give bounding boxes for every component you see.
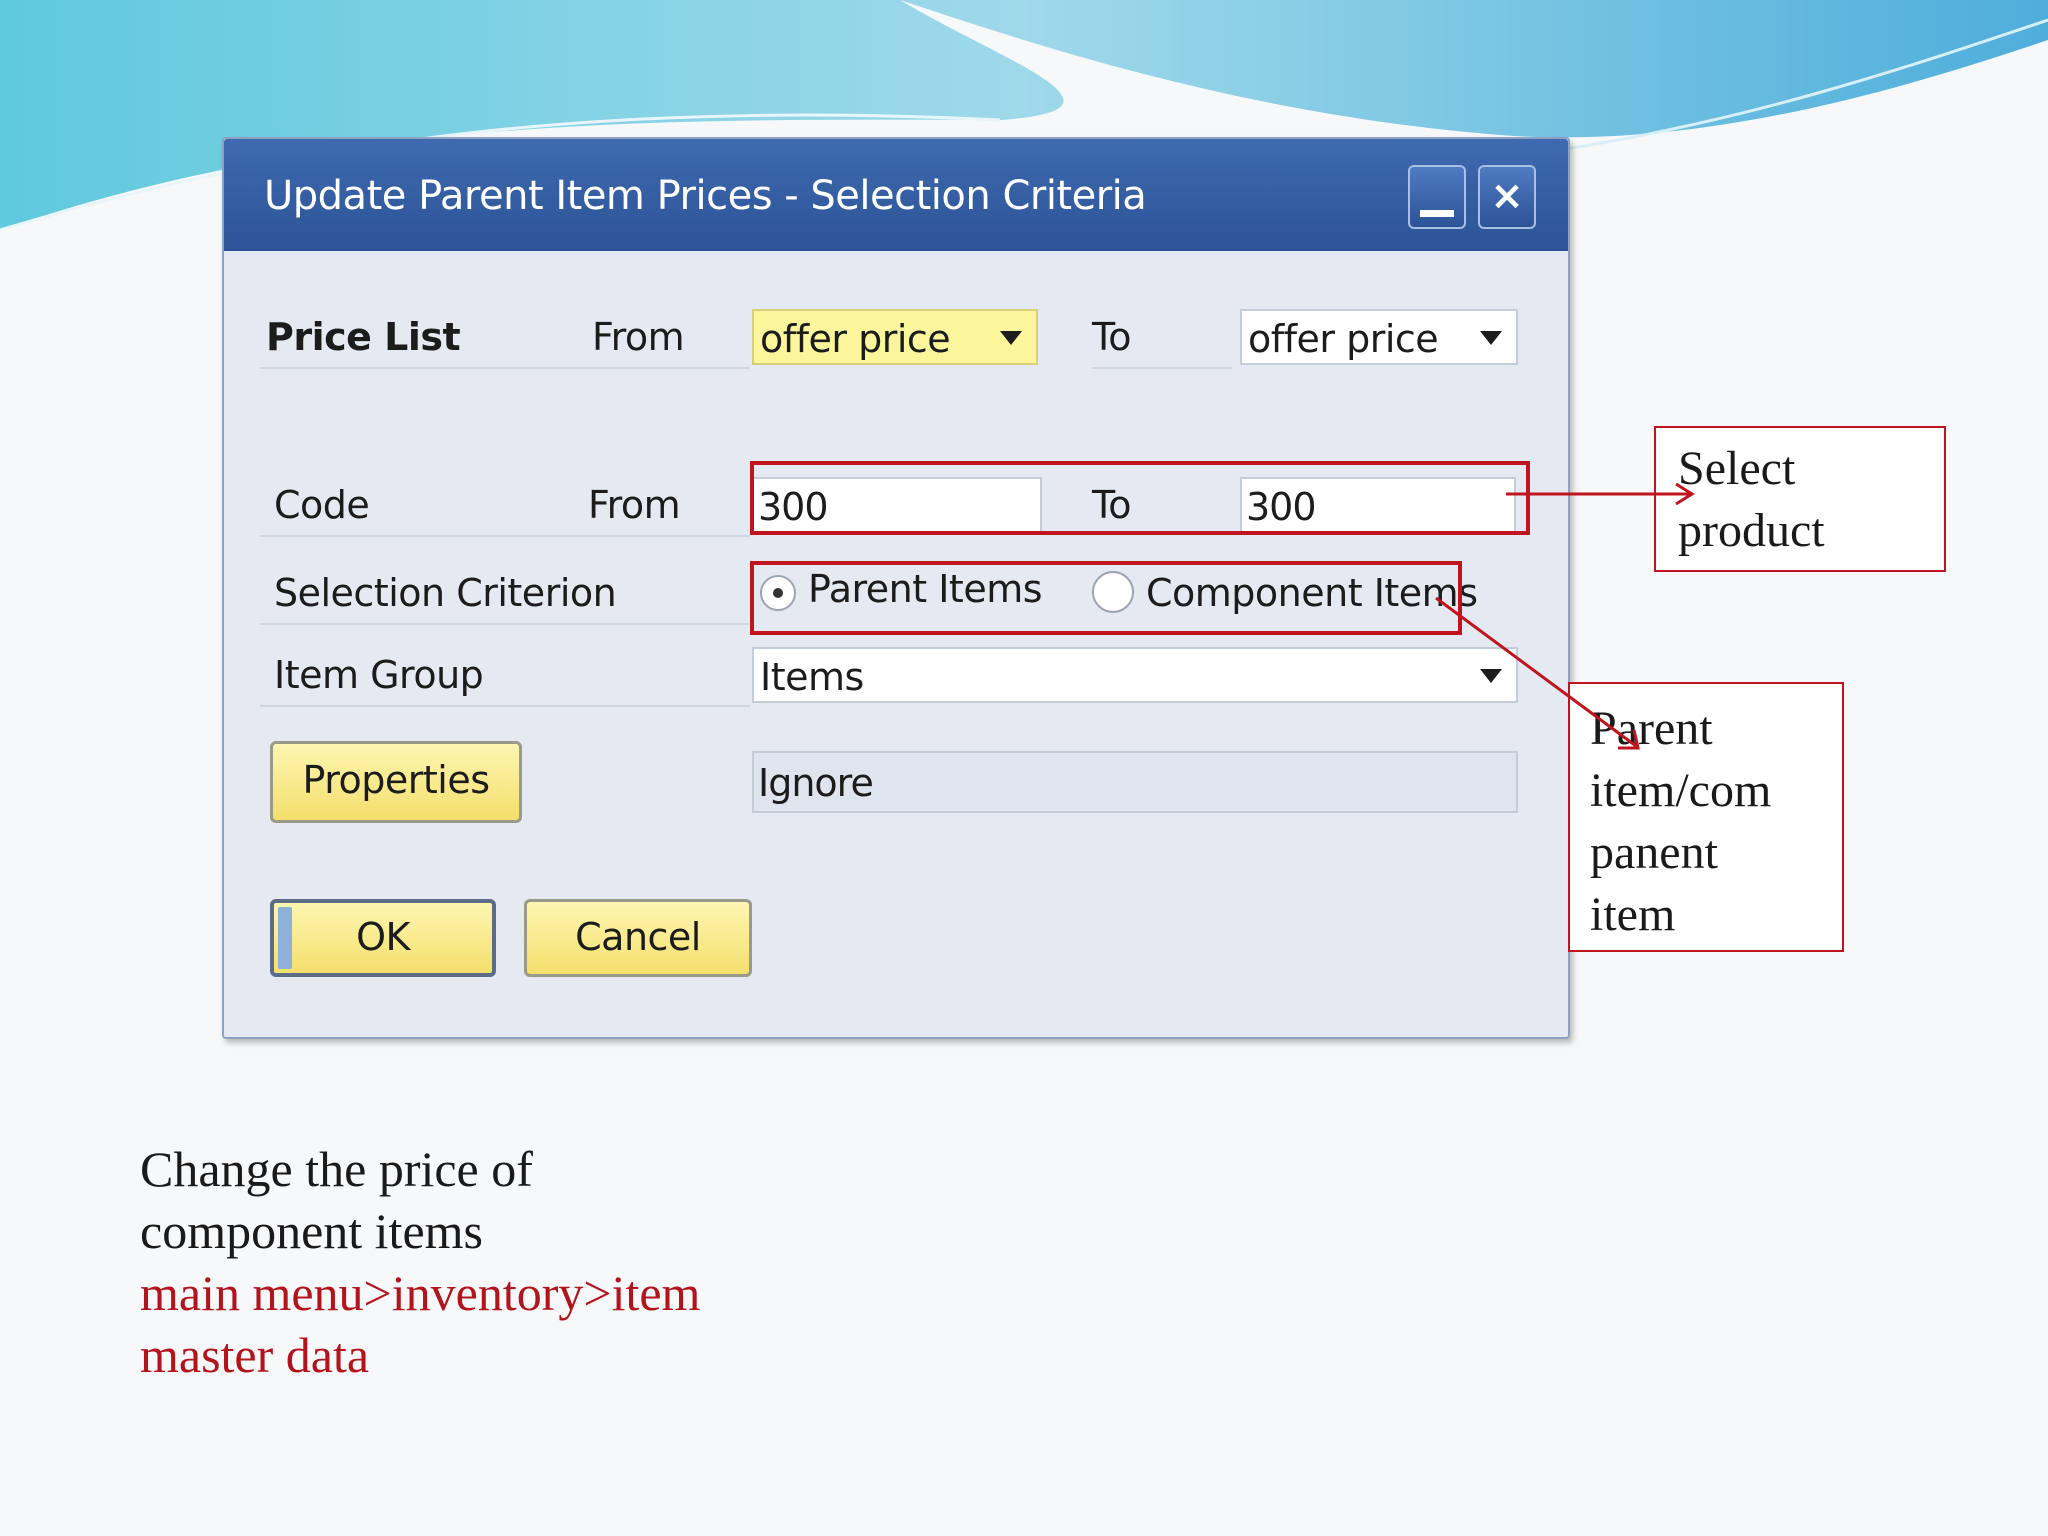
menu-path-line: main menu>inventory>item — [140, 1265, 701, 1321]
divider — [260, 623, 750, 625]
item-group-dropdown[interactable]: Items — [752, 647, 1518, 703]
close-icon: × — [1490, 173, 1524, 219]
selection-criterion-label: Selection Criterion — [274, 571, 617, 615]
price-list-from-value: offer price — [760, 317, 951, 361]
chevron-down-icon — [1480, 331, 1502, 345]
dialog-title: Update Parent Item Prices - Selection Cr… — [264, 173, 1147, 219]
menu-path-line: master data — [140, 1327, 370, 1383]
ok-button[interactable]: OK — [270, 899, 496, 977]
properties-value-field: Ignore — [752, 751, 1518, 813]
minimize-icon — [1420, 210, 1454, 217]
divider — [260, 535, 750, 537]
callout-line: Parent — [1590, 702, 1713, 755]
price-list-label: Price List — [266, 315, 461, 359]
select-product-callout: Select product — [1654, 426, 1946, 572]
properties-value: Ignore — [758, 761, 874, 805]
ok-button-label: OK — [356, 915, 410, 959]
slide-caption: Change the price of component items main… — [140, 1138, 700, 1386]
divider — [260, 367, 750, 369]
properties-button-label: Properties — [302, 758, 490, 802]
code-label: Code — [274, 483, 370, 527]
properties-button[interactable]: Properties — [270, 741, 522, 823]
code-from-label: From — [588, 483, 681, 527]
focus-indicator — [278, 907, 292, 969]
divider — [260, 705, 750, 707]
chevron-down-icon — [1480, 669, 1502, 683]
price-list-from-dropdown[interactable]: offer price — [752, 309, 1038, 365]
code-highlight-box — [750, 461, 1530, 535]
caption-line: Change the price of — [140, 1141, 533, 1197]
minimize-button[interactable] — [1408, 165, 1466, 229]
item-group-label: Item Group — [274, 653, 484, 697]
dialog-titlebar: Update Parent Item Prices - Selection Cr… — [224, 139, 1568, 251]
cancel-button[interactable]: Cancel — [524, 899, 752, 977]
chevron-down-icon — [1000, 331, 1022, 345]
callout-line: item — [1590, 888, 1676, 941]
divider — [1092, 367, 1232, 369]
close-button[interactable]: × — [1478, 165, 1536, 229]
caption-line: component items — [140, 1203, 483, 1259]
callout-line: product — [1678, 504, 1825, 557]
price-list-to-label: To — [1092, 315, 1132, 359]
price-list-to-value: offer price — [1248, 317, 1439, 361]
callout-line: Select — [1678, 442, 1796, 495]
callout-line: item/com — [1590, 764, 1772, 817]
selection-highlight-box — [750, 561, 1462, 635]
price-list-to-dropdown[interactable]: offer price — [1240, 309, 1518, 365]
item-group-value: Items — [760, 655, 864, 699]
update-prices-dialog: Update Parent Item Prices - Selection Cr… — [222, 137, 1570, 1039]
parent-component-callout: Parent item/com panent item — [1568, 682, 1844, 952]
price-list-from-label: From — [592, 315, 685, 359]
cancel-button-label: Cancel — [575, 915, 701, 959]
callout-line: panent — [1590, 826, 1718, 879]
